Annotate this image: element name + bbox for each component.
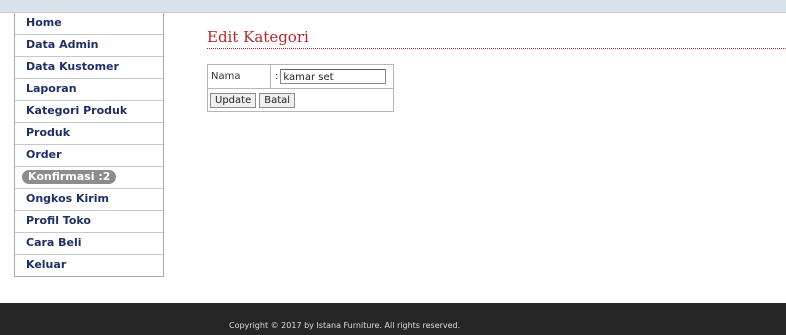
top-bar [0, 0, 786, 13]
sidebar-item-kategori-produk[interactable]: Kategori Produk [15, 100, 163, 122]
sidebar-item-data-admin[interactable]: Data Admin [15, 34, 163, 56]
sidebar-item-produk[interactable]: Produk [15, 122, 163, 144]
cancel-button[interactable]: Batal [259, 92, 296, 108]
sidebar-item-order[interactable]: Order [15, 144, 163, 166]
sidebar-item-profil-toko[interactable]: Profil Toko [15, 210, 163, 232]
sidebar-item-label: Order [26, 148, 62, 161]
sidebar-item-ongkos-kirim[interactable]: Ongkos Kirim [15, 188, 163, 210]
sidebar-item-label: Data Admin [26, 38, 99, 51]
sidebar-item-laporan[interactable]: Laporan [15, 78, 163, 100]
sidebar-item-keluar[interactable]: Keluar [15, 254, 163, 276]
sidebar-item-label: Profil Toko [26, 214, 91, 227]
edit-category-form: Nama Kategori : kamar set Update Batal [207, 64, 394, 112]
sidebar-item-data-kustomer[interactable]: Data Kustomer [15, 56, 163, 78]
category-name-input[interactable]: kamar set [280, 69, 387, 84]
sidebar-item-label: Data Kustomer [26, 60, 119, 73]
sidebar-item-label: Home [26, 16, 62, 29]
sidebar-item-label: Keluar [26, 258, 67, 271]
page-title: Edit Kategori [207, 28, 786, 49]
sidebar-item-konfirmasi[interactable]: Konfirmasi :2 [15, 166, 163, 188]
sidebar-item-label: Ongkos Kirim [26, 192, 109, 205]
sidebar-item-label: Kategori Produk [26, 104, 128, 117]
field-colon: : [275, 71, 279, 82]
sidebar-item-label: Cara Beli [26, 236, 82, 249]
sidebar-item-cara-beli[interactable]: Cara Beli [15, 232, 163, 254]
sidebar-item-home[interactable]: Home [15, 13, 163, 34]
konfirmasi-badge: Konfirmasi :2 [22, 170, 117, 184]
form-row-name: Nama Kategori : kamar set [208, 65, 393, 105]
copyright-text: Copyright © 2017 by Istana Furniture. Al… [229, 321, 461, 330]
main-content: Edit Kategori Nama Kategori : kamar set … [207, 28, 786, 112]
sidebar-item-label: Produk [26, 126, 71, 139]
category-name-label: Nama Kategori [208, 65, 271, 105]
sidebar-menu: Home Data Admin Data Kustomer Laporan Ka… [14, 13, 164, 277]
sidebar-item-label: Laporan [26, 82, 77, 95]
footer: Copyright © 2017 by Istana Furniture. Al… [0, 303, 786, 335]
update-button[interactable]: Update [210, 92, 257, 108]
